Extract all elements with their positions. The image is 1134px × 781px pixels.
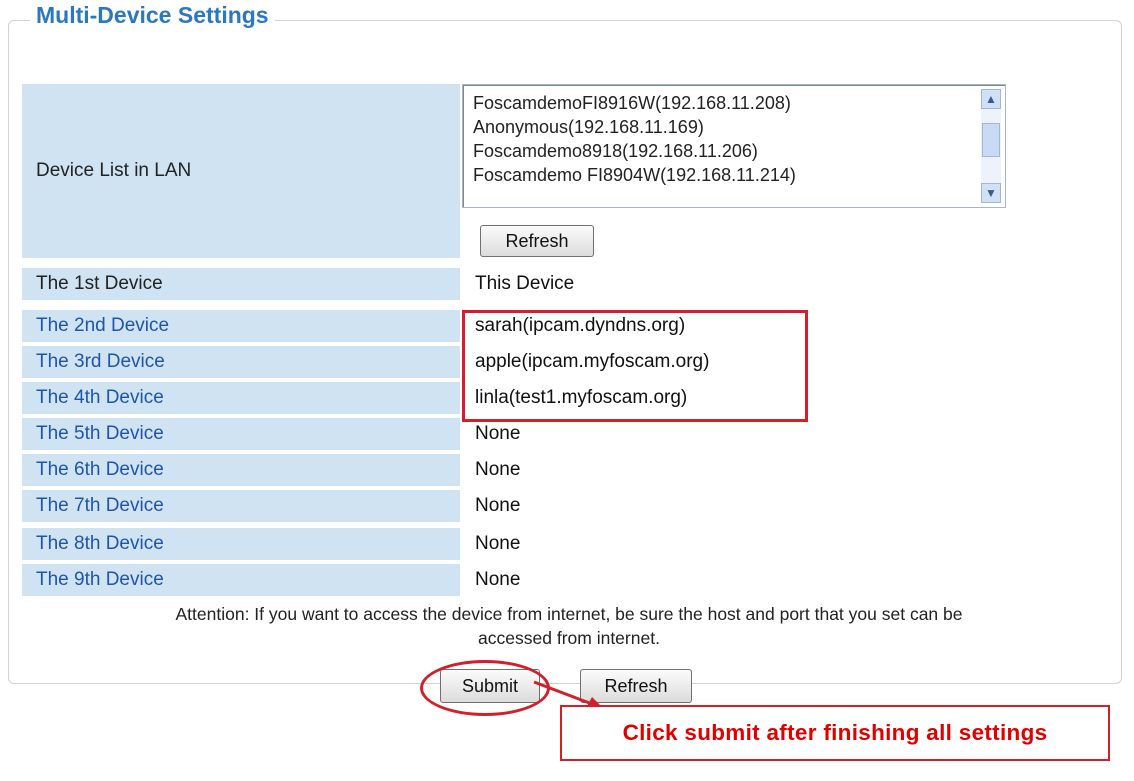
device-8-label: The 8th Device	[22, 528, 460, 560]
device-8-value: None	[475, 533, 521, 554]
device-6-value: None	[475, 459, 521, 480]
scroll-up-icon[interactable]: ▲	[981, 89, 1001, 109]
device-4-label: The 4th Device	[22, 382, 460, 414]
device-list-refresh-button[interactable]: Refresh	[480, 225, 594, 257]
device-9-label: The 9th Device	[22, 564, 460, 596]
device-list-item[interactable]: Foscamdemo8918(192.168.11.206)	[473, 139, 796, 163]
scroll-thumb[interactable]	[982, 123, 1000, 157]
attention-note: Attention: If you want to access the dev…	[20, 602, 1118, 650]
device-list-scrollbar[interactable]: ▲ ▼	[981, 89, 1001, 203]
device-2-label: The 2nd Device	[22, 310, 460, 342]
device-9-value: None	[475, 569, 521, 590]
section-title: Multi-Device Settings	[30, 2, 275, 29]
device-list-item[interactable]: Anonymous(192.168.11.169)	[473, 115, 796, 139]
attention-line-2: accessed from internet.	[478, 628, 660, 648]
device-5-value: None	[475, 423, 521, 444]
device-5-label: The 5th Device	[22, 418, 460, 450]
device-list-label: Device List in LAN	[22, 84, 460, 258]
device-3-label: The 3rd Device	[22, 346, 460, 378]
attention-line-1: Attention: If you want to access the dev…	[175, 604, 963, 624]
device-list-item[interactable]: Foscamdemo FI8904W(192.168.11.214)	[473, 163, 796, 187]
device-1-value: This Device	[475, 273, 575, 294]
device-list-item[interactable]: FoscamdemoFI8916W(192.168.11.208)	[473, 91, 796, 115]
device-7-label: The 7th Device	[22, 490, 460, 522]
device-6-label: The 6th Device	[22, 454, 460, 486]
device-1-label: The 1st Device	[22, 268, 460, 300]
scroll-down-icon[interactable]: ▼	[981, 183, 1001, 203]
device-list-items: FoscamdemoFI8916W(192.168.11.208) Anonym…	[473, 91, 796, 187]
device-list-box[interactable]: FoscamdemoFI8916W(192.168.11.208) Anonym…	[462, 84, 1006, 208]
highlight-box	[462, 310, 808, 422]
device-7-value: None	[475, 495, 521, 516]
callout-note: Click submit after finishing all setting…	[560, 705, 1110, 761]
